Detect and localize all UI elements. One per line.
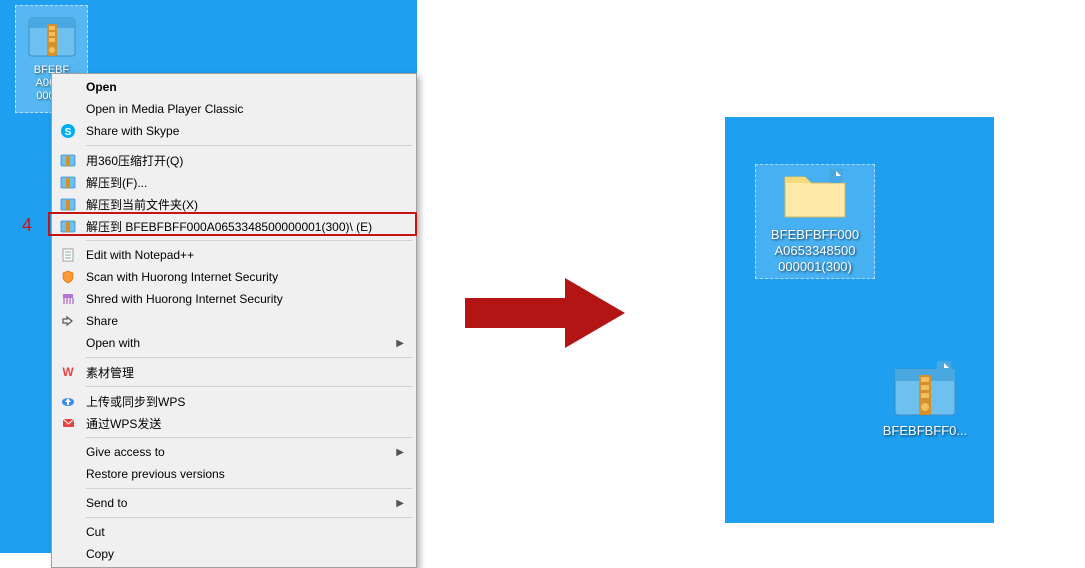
spacer-icon [58, 444, 78, 460]
submenu-arrow-icon: ▶ [396, 338, 408, 349]
spacer-icon [58, 546, 78, 562]
extracted-folder[interactable]: BFEBFBFF000 A0653348500 000001(300) [755, 164, 875, 279]
menu-cut[interactable]: Cut [54, 521, 414, 543]
zip-file-icon [889, 359, 961, 421]
share-icon [58, 313, 78, 329]
spacer-icon [58, 524, 78, 540]
menu-extract-here[interactable]: 解压到当前文件夹(X) [54, 193, 414, 215]
menu-separator [86, 240, 412, 241]
extract-named-icon [58, 218, 78, 234]
menu-sucai[interactable]: W 素材管理 [54, 361, 414, 383]
zip-file-icon [25, 10, 79, 64]
menu-scan-huorong[interactable]: Scan with Huorong Internet Security [54, 266, 414, 288]
submenu-arrow-icon: ▶ [396, 498, 408, 509]
svg-text:W: W [62, 365, 74, 379]
arrow-icon [465, 278, 625, 348]
skype-icon: S [58, 123, 78, 139]
menu-copy[interactable]: Copy [54, 543, 414, 565]
menu-open-mpc[interactable]: Open in Media Player Classic [54, 98, 414, 120]
spacer-icon [58, 79, 78, 95]
zip-icon [58, 152, 78, 168]
menu-edit-npp[interactable]: Edit with Notepad++ [54, 244, 414, 266]
menu-separator [86, 517, 412, 518]
menu-separator [86, 488, 412, 489]
menu-restore[interactable]: Restore previous versions [54, 463, 414, 485]
spacer-icon [58, 101, 78, 117]
menu-separator [86, 145, 412, 146]
menu-give-access[interactable]: Give access to ▶ [54, 441, 414, 463]
menu-send-wps[interactable]: 通过WPS发送 [54, 412, 414, 434]
wps-send-icon [58, 415, 78, 431]
menu-extract-named[interactable]: 解压到 BFEBFBFF000A0653348500000001(300)\ (… [54, 215, 414, 237]
menu-extract-to[interactable]: 解压到(F)... [54, 171, 414, 193]
extract-here-icon [58, 196, 78, 212]
spacer-icon [58, 335, 78, 351]
shred-icon [58, 291, 78, 307]
menu-open-with[interactable]: Open with ▶ [54, 332, 414, 354]
menu-open[interactable]: Open [54, 76, 414, 98]
folder-label: BFEBFBFF000 A0653348500 000001(300) [771, 227, 859, 275]
svg-text:S: S [65, 127, 72, 138]
extract-icon [58, 174, 78, 190]
menu-share[interactable]: Share [54, 310, 414, 332]
zip-file-label: BFEBFBFF0... [883, 423, 968, 439]
submenu-arrow-icon: ▶ [396, 447, 408, 458]
menu-separator [86, 386, 412, 387]
original-zip-file[interactable]: BFEBFBFF0... [865, 359, 985, 439]
menu-send-to[interactable]: Send to ▶ [54, 492, 414, 514]
right-desktop-panel: BFEBFBFF000 A0653348500 000001(300) BFEB… [725, 117, 994, 523]
folder-icon [779, 165, 851, 225]
menu-360-open[interactable]: 用360压缩打开(Q) [54, 149, 414, 171]
spacer-icon [58, 466, 78, 482]
spacer-icon [58, 495, 78, 511]
left-desktop-panel: BFEBF A0653 00000 Open Open in Media Pla… [0, 0, 417, 553]
menu-shred-huorong[interactable]: Shred with Huorong Internet Security [54, 288, 414, 310]
shield-scan-icon [58, 269, 78, 285]
menu-share-skype[interactable]: S Share with Skype [54, 120, 414, 142]
step-number-label: 4 [22, 215, 32, 236]
notepad-icon [58, 247, 78, 263]
cloud-upload-icon [58, 393, 78, 409]
menu-separator [86, 357, 412, 358]
context-menu: Open Open in Media Player Classic S Shar… [51, 73, 417, 568]
wps-w-icon: W [58, 364, 78, 380]
menu-separator [86, 437, 412, 438]
menu-upload-wps[interactable]: 上传或同步到WPS [54, 390, 414, 412]
